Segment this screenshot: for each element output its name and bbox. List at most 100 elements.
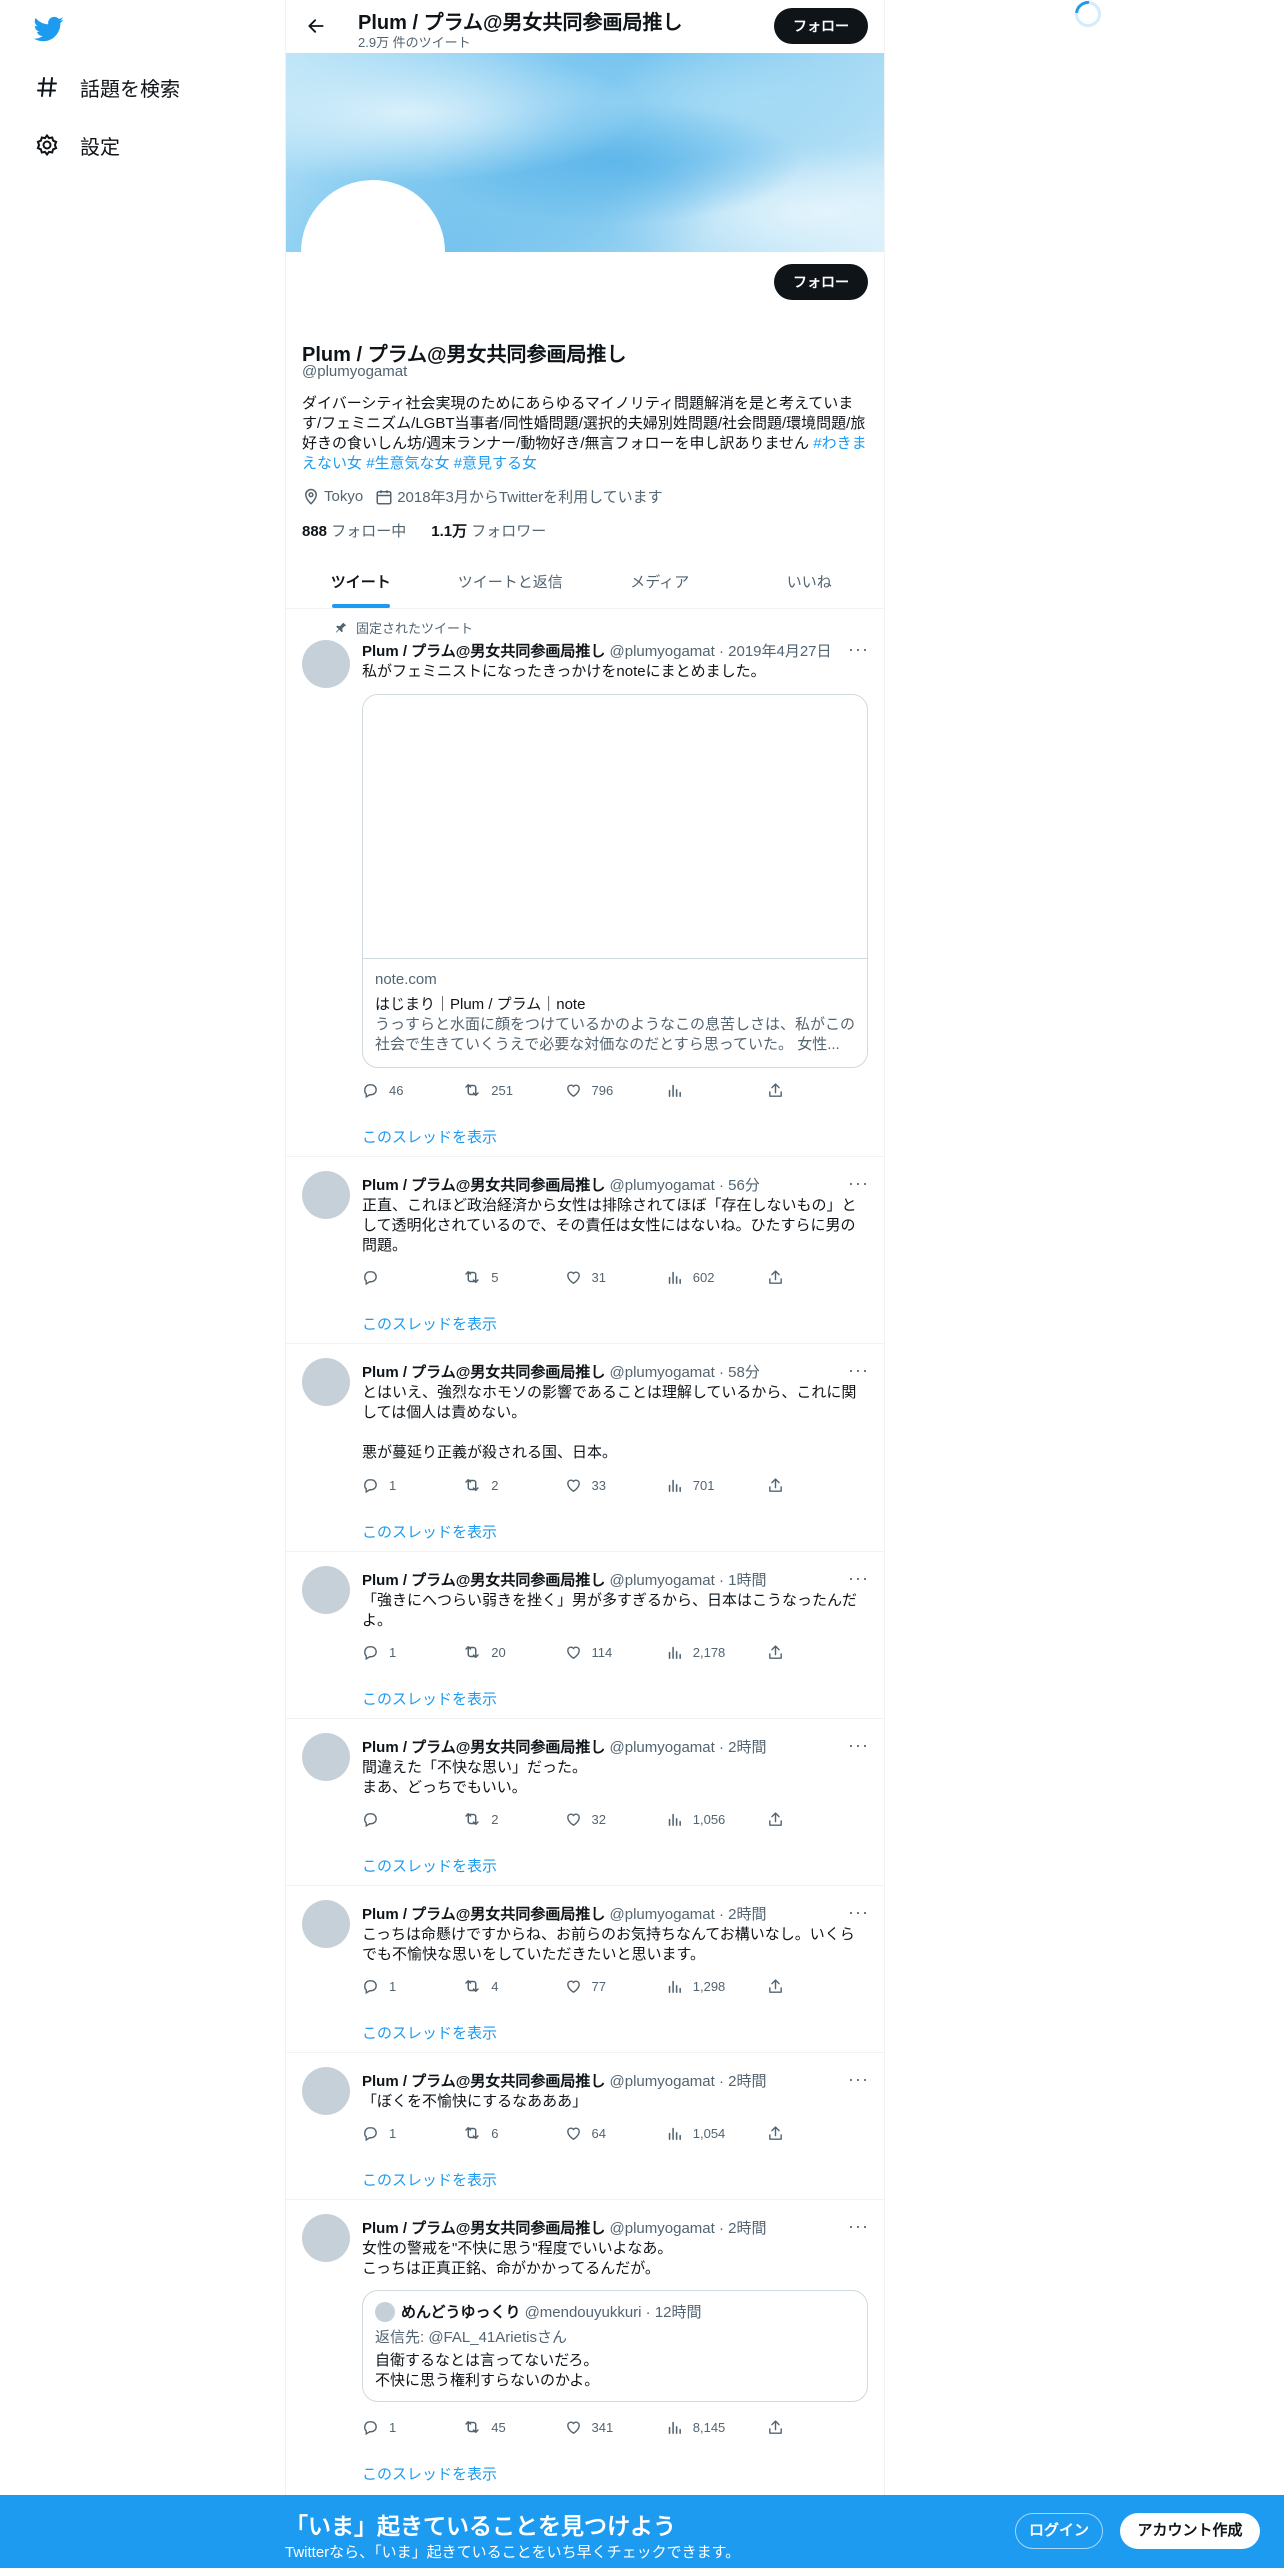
tweet[interactable]: Plum / プラム@男女共同参画局推し @plumyogamat · 2時間 … [286,1886,884,2053]
tweet[interactable]: Plum / プラム@男女共同参画局推し @plumyogamat · 2時間 … [286,2053,884,2200]
retweet-button[interactable]: 251 [463,1080,543,1100]
reply-button[interactable]: 1 [362,2123,442,2143]
tweet-author-name[interactable]: Plum / プラム@男女共同参画局推し [362,1906,605,1923]
retweet-button[interactable]: 5 [463,1267,543,1287]
link-card[interactable]: note.com はじまり｜Plum / プラム｜note うっすらと水面に顔を… [362,694,868,1068]
retweet-button[interactable]: 4 [463,1976,543,1996]
show-thread-link[interactable]: このスレッドを表示 [362,2022,497,2043]
like-button[interactable]: 32 [565,1809,645,1829]
signup-button[interactable]: アカウント作成 [1120,2513,1260,2549]
profile-follow-button[interactable]: フォロー [774,264,868,300]
retweet-button[interactable]: 2 [463,1475,543,1495]
retweet-button[interactable]: 45 [463,2417,543,2437]
share-button[interactable] [767,1267,787,1287]
more-options-icon[interactable]: ··· [848,2070,868,2094]
like-button[interactable]: 64 [565,2123,645,2143]
share-button[interactable] [767,1809,787,1829]
tweet[interactable]: Plum / プラム@男女共同参画局推し @plumyogamat · 2時間 … [286,2200,884,2495]
tweet-author-name[interactable]: Plum / プラム@男女共同参画局推し [362,1739,605,1756]
tab-likes[interactable]: いいね [735,556,885,608]
avatar[interactable] [302,1358,350,1406]
tab-media[interactable]: メディア [585,556,735,608]
sidebar-item-explore[interactable]: 話題を検索 [34,67,180,107]
more-options-icon[interactable]: ··· [848,2217,868,2241]
share-button[interactable] [767,2417,787,2437]
views-button[interactable]: 2,178 [666,1642,746,1662]
show-thread-link[interactable]: このスレッドを表示 [362,2463,497,2484]
avatar[interactable] [302,1566,350,1614]
reply-button[interactable]: 46 [362,1080,442,1100]
reply-button[interactable]: 1 [362,1976,442,1996]
like-button[interactable]: 796 [565,1080,645,1100]
like-button[interactable]: 31 [565,1267,645,1287]
views-button[interactable]: 8,145 [666,2417,746,2437]
avatar[interactable] [302,2067,350,2115]
show-thread-link[interactable]: このスレッドを表示 [362,2169,497,2190]
views-button[interactable]: 1,054 [666,2123,746,2143]
tab-tweets[interactable]: ツイート [286,556,436,608]
reply-button[interactable]: 1 [362,2417,442,2437]
tweet-author-name[interactable]: Plum / プラム@男女共同参画局推し [362,1572,605,1589]
retweet-button[interactable]: 6 [463,2123,543,2143]
avatar[interactable] [302,1171,350,1219]
share-button[interactable] [767,2123,787,2143]
like-button[interactable]: 33 [565,1475,645,1495]
share-button[interactable] [767,1976,787,1996]
followers-link[interactable]: 1.1万 フォロワー [431,523,546,540]
more-options-icon[interactable]: ··· [848,1361,868,1385]
more-options-icon[interactable]: ··· [848,1569,868,1593]
views-button[interactable]: 602 [666,1267,746,1287]
more-options-icon[interactable]: ··· [848,640,868,664]
avatar[interactable] [302,1900,350,1948]
bio-hashtag[interactable]: #意見する女 [454,455,537,472]
show-thread-link[interactable]: このスレッドを表示 [362,1688,497,1709]
retweet-button[interactable]: 20 [463,1642,543,1662]
avatar[interactable] [302,640,350,688]
login-button[interactable]: ログイン [1015,2513,1103,2549]
sidebar-item-settings[interactable]: 設定 [34,125,120,165]
show-thread-link[interactable]: このスレッドを表示 [362,1313,497,1334]
like-button[interactable]: 77 [565,1976,645,1996]
tweet[interactable]: Plum / プラム@男女共同参画局推し @plumyogamat · 1時間 … [286,1552,884,1719]
reply-button[interactable] [362,1809,442,1829]
reply-button[interactable]: 1 [362,1475,442,1495]
header-follow-button[interactable]: フォロー [774,8,868,44]
share-button[interactable] [767,1475,787,1495]
reply-button[interactable] [362,1267,442,1287]
more-options-icon[interactable]: ··· [848,1903,868,1927]
tweet-author-name[interactable]: Plum / プラム@男女共同参画局推し [362,1364,605,1381]
tab-tweets-and-replies[interactable]: ツイートと返信 [436,556,586,608]
views-button[interactable] [666,1080,746,1100]
show-thread-link[interactable]: このスレッドを表示 [362,1855,497,1876]
following-link[interactable]: 888 フォロー中 [302,523,406,540]
quoted-tweet[interactable]: めんどうゆっくり @mendouyukkuri · 12時間 返信先: @FAL… [362,2290,868,2402]
like-button[interactable]: 114 [565,1642,645,1662]
tweet[interactable]: Plum / プラム@男女共同参画局推し @plumyogamat · 56分 … [286,1157,884,1344]
tweet-author-name[interactable]: Plum / プラム@男女共同参画局推し [362,1177,605,1194]
views-button[interactable]: 1,298 [666,1976,746,1996]
tweet-author-name[interactable]: Plum / プラム@男女共同参画局推し [362,643,605,660]
like-button[interactable]: 341 [565,2417,645,2437]
more-options-icon[interactable]: ··· [848,1736,868,1760]
show-thread-link[interactable]: このスレッドを表示 [362,1521,497,1542]
tweet[interactable]: Plum / プラム@男女共同参画局推し @plumyogamat · 2時間 … [286,1719,884,1886]
tweet[interactable]: 固定されたツイート Plum / プラム@男女共同参画局推し @plumyoga… [286,610,884,1157]
tweet[interactable]: Plum / プラム@男女共同参画局推し @plumyogamat · 58分 … [286,1344,884,1552]
profile-avatar[interactable] [301,180,445,324]
bio-hashtag[interactable]: #生意気な女 [366,455,449,472]
twitter-logo-icon[interactable] [33,14,64,44]
reply-button[interactable]: 1 [362,1642,442,1662]
tweet-author-name[interactable]: Plum / プラム@男女共同参画局推し [362,2220,605,2237]
tweet-author-name[interactable]: Plum / プラム@男女共同参画局推し [362,2073,605,2090]
share-button[interactable] [767,1080,787,1100]
back-arrow-icon[interactable] [302,12,330,40]
retweet-button[interactable]: 2 [463,1809,543,1829]
views-button[interactable]: 701 [666,1475,746,1495]
views-button[interactable]: 1,056 [666,1809,746,1829]
share-button[interactable] [767,1642,787,1662]
more-options-icon[interactable]: ··· [848,1174,868,1198]
quoted-meta: @mendouyukkuri · 12時間 [524,2304,702,2321]
avatar[interactable] [302,1733,350,1781]
show-thread-link[interactable]: このスレッドを表示 [362,1126,497,1147]
avatar[interactable] [302,2214,350,2262]
